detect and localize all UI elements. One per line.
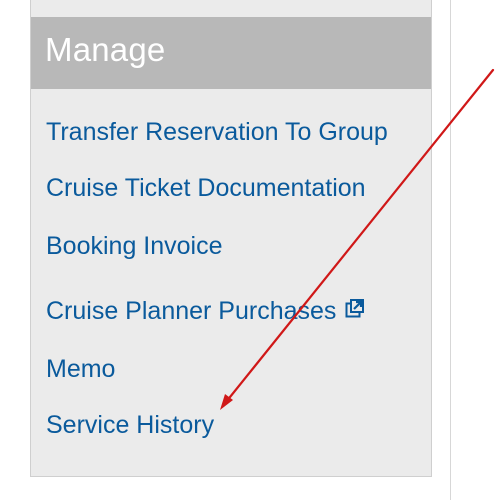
content-divider (450, 0, 451, 500)
manage-panel: Manage Transfer Reservation To Group Cru… (30, 0, 432, 477)
memo-link[interactable]: Memo (46, 353, 115, 385)
cruise-ticket-documentation-link[interactable]: Cruise Ticket Documentation (46, 172, 366, 204)
screenshot-stage: Manage Transfer Reservation To Group Cru… (0, 0, 496, 500)
service-history-link[interactable]: Service History (46, 409, 214, 441)
booking-invoice-link[interactable]: Booking Invoice (46, 230, 223, 262)
panel-top-strip (31, 0, 431, 18)
cruise-planner-purchases-link[interactable]: Cruise Planner Purchases (46, 295, 365, 327)
external-link-icon (344, 295, 365, 318)
panel-header: Manage (31, 17, 431, 89)
transfer-reservation-link[interactable]: Transfer Reservation To Group (46, 116, 388, 148)
cruise-planner-purchases-label: Cruise Planner Purchases (46, 297, 337, 325)
panel-title: Manage (45, 31, 166, 68)
